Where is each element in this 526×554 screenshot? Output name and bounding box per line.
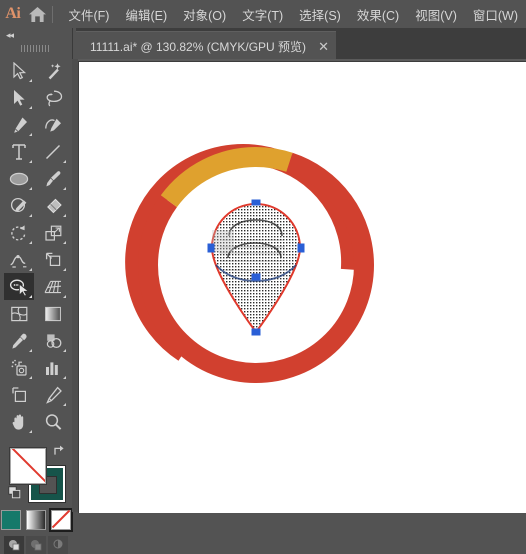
free-transform-tool[interactable]: [38, 246, 68, 273]
menu-bar: Ai 文件(F) 编辑(E) 对象(O) 文字(T) 选择(S) 效果(C) 视…: [0, 0, 526, 28]
tool-grid: [0, 57, 72, 435]
canvas-area[interactable]: [72, 59, 526, 513]
column-graph-tool[interactable]: [38, 354, 68, 381]
menu-edit[interactable]: 编辑(E): [117, 0, 175, 28]
draw-modes: [0, 536, 72, 554]
anchor-point-mid: [251, 273, 261, 281]
default-fill-stroke-icon[interactable]: [8, 486, 22, 500]
perspective-grid-tool[interactable]: [38, 273, 68, 300]
line-segment-tool[interactable]: [38, 138, 68, 165]
document-tab[interactable]: 11111.ai* @ 130.82% (CMYK/GPU 预览) ✕: [76, 31, 337, 60]
anchor-point-tip: [251, 328, 261, 336]
swap-fill-stroke-icon[interactable]: [52, 444, 66, 458]
color-swatch[interactable]: [1, 510, 21, 530]
document-tab-label: 11111.ai* @ 130.82% (CMYK/GPU 预览): [90, 39, 307, 54]
mesh-tool[interactable]: [4, 300, 34, 327]
width-tool[interactable]: [4, 246, 34, 273]
slice-tool[interactable]: [38, 381, 68, 408]
color-mode-swatches: [0, 508, 73, 532]
draw-behind-mode[interactable]: [26, 536, 46, 554]
close-icon[interactable]: ✕: [317, 40, 330, 53]
type-tool[interactable]: [4, 138, 34, 165]
lasso-tool[interactable]: [38, 84, 68, 111]
menu-effect[interactable]: 效果(C): [349, 0, 407, 28]
illustrator-window: Ai 文件(F) 编辑(E) 对象(O) 文字(T) 选择(S) 效果(C) 视…: [0, 0, 526, 554]
magic-wand-tool[interactable]: [38, 57, 68, 84]
panel-drag-handle[interactable]: [0, 42, 72, 54]
gradient-tool[interactable]: [38, 300, 68, 327]
tools-panel-header: ◂◂: [0, 28, 72, 42]
gradient-swatch[interactable]: [26, 510, 46, 530]
collapse-panel-icon[interactable]: ◂◂: [6, 30, 14, 41]
menu-select[interactable]: 选择(S): [291, 0, 349, 28]
tools-panel: ◂◂: [0, 28, 73, 554]
draw-normal-mode[interactable]: [4, 536, 24, 554]
paintbrush-tool[interactable]: [38, 165, 68, 192]
anchor-point-right: [297, 243, 305, 253]
anchor-point-left: [207, 243, 215, 253]
menu-view[interactable]: 视图(V): [407, 0, 465, 28]
direct-selection-tool[interactable]: [4, 84, 34, 111]
hand-tool[interactable]: [4, 408, 34, 435]
eraser-tool[interactable]: [38, 192, 68, 219]
none-swatch[interactable]: [49, 508, 73, 532]
menu-window[interactable]: 窗口(W): [465, 0, 526, 28]
menu-file[interactable]: 文件(F): [61, 0, 118, 28]
document-tab-bar: 11111.ai* @ 130.82% (CMYK/GPU 预览) ✕: [76, 28, 526, 60]
home-icon[interactable]: [26, 0, 50, 28]
selection-tool[interactable]: [4, 57, 34, 84]
menu-type[interactable]: 文字(T): [234, 0, 291, 28]
draw-inside-mode[interactable]: [48, 536, 68, 554]
scale-tool[interactable]: [38, 219, 68, 246]
artboard-tool[interactable]: [4, 381, 34, 408]
shaper-tool[interactable]: [4, 192, 34, 219]
symbol-sprayer-tool[interactable]: [4, 354, 34, 381]
menu-separator: [51, 5, 53, 23]
shape-builder-tool[interactable]: [4, 273, 34, 300]
rotate-tool[interactable]: [4, 219, 34, 246]
curvature-tool[interactable]: [38, 111, 68, 138]
ellipse-tool[interactable]: [4, 165, 34, 192]
menu-object[interactable]: 对象(O): [175, 0, 234, 28]
map-pin-shape[interactable]: [207, 199, 305, 336]
zoom-tool[interactable]: [38, 408, 68, 435]
artwork-svg: [125, 144, 374, 383]
blend-tool[interactable]: [38, 327, 68, 354]
eyedropper-tool[interactable]: [4, 327, 34, 354]
anchor-point-top: [251, 199, 261, 206]
fill-color-swatch[interactable]: [10, 448, 46, 484]
fill-stroke-controls: [0, 442, 72, 508]
pen-tool[interactable]: [4, 111, 34, 138]
artboard[interactable]: [78, 61, 526, 513]
app-logo: Ai: [5, 5, 21, 22]
no-fill-indicator-icon: [11, 449, 45, 483]
